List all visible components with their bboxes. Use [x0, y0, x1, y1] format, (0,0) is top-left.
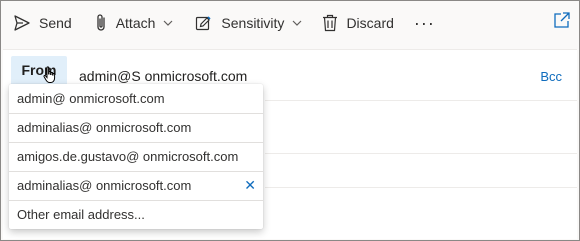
send-label: Send: [39, 15, 72, 31]
from-address: admin@S onmicrosoft.com: [79, 68, 248, 84]
ellipsis-icon: ···: [413, 12, 435, 33]
remove-address-icon[interactable]: ✕: [244, 177, 256, 194]
from-option[interactable]: adminalias@ onmicrosoft.com: [9, 113, 263, 142]
bcc-link[interactable]: Bcc: [540, 69, 562, 84]
from-option[interactable]: adminalias@ onmicrosoft.com ✕: [9, 171, 263, 200]
from-address-dropdown: admin@ onmicrosoft.com adminalias@ onmic…: [9, 84, 263, 229]
other-email-option[interactable]: Other email address...: [9, 200, 263, 229]
discard-label: Discard: [346, 15, 394, 31]
sensitivity-label: Sensitivity: [221, 15, 285, 31]
other-email-label: Other email address...: [17, 207, 145, 222]
from-option-label: amigos.de.gustavo@ onmicrosoft.com: [17, 149, 239, 164]
from-option-label: adminalias@ onmicrosoft.com: [17, 178, 192, 193]
attach-label: Attach: [115, 15, 156, 31]
sensitivity-button[interactable]: Sensitivity: [187, 7, 310, 39]
from-option-label: adminalias@ onmicrosoft.com: [17, 120, 192, 135]
compose-window: Send Attach Sensitivity Discard ··· From…: [0, 0, 580, 241]
pop-out-icon[interactable]: [553, 11, 571, 34]
chevron-down-icon: [163, 20, 173, 26]
chevron-down-icon: [292, 20, 302, 26]
from-option[interactable]: amigos.de.gustavo@ onmicrosoft.com: [9, 142, 263, 171]
sensitivity-icon: [195, 14, 213, 32]
from-option-label: admin@ onmicrosoft.com: [17, 91, 165, 106]
more-options-button[interactable]: ···: [404, 7, 445, 39]
send-button[interactable]: Send: [5, 7, 80, 39]
field-divider: [265, 100, 577, 101]
compose-toolbar: Send Attach Sensitivity Discard ···: [1, 1, 579, 45]
paperclip-icon: [94, 13, 108, 33]
send-icon: [13, 14, 31, 32]
attach-button[interactable]: Attach: [86, 7, 182, 39]
trash-icon: [322, 14, 338, 32]
mouse-cursor-icon: [43, 66, 57, 89]
field-divider: [265, 187, 577, 188]
discard-button[interactable]: Discard: [314, 7, 401, 39]
field-divider: [265, 153, 577, 154]
